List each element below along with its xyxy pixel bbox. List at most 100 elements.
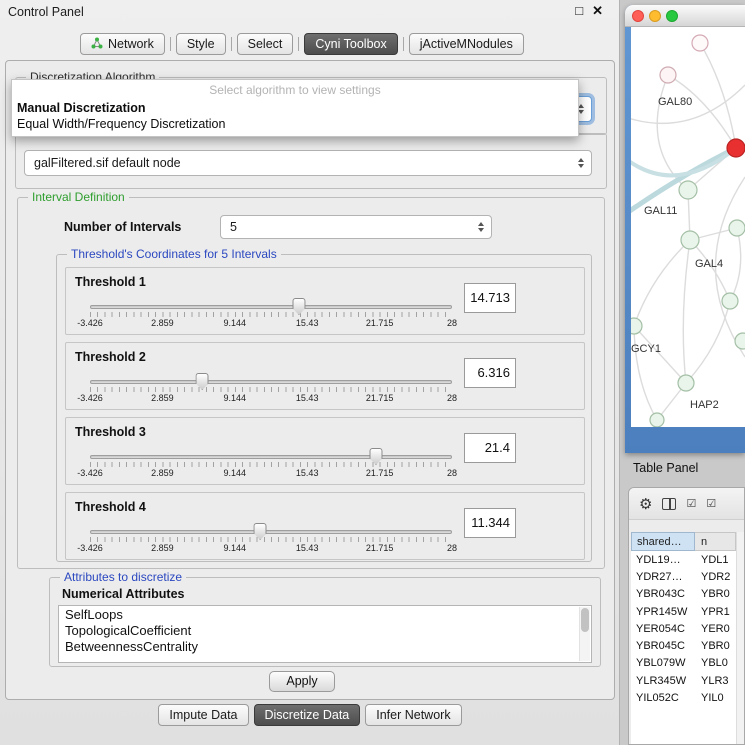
cell: YLR345W bbox=[631, 675, 695, 687]
tab-cyni-toolbox[interactable]: Cyni Toolbox bbox=[304, 33, 397, 55]
table-panel-title: Table Panel bbox=[633, 461, 698, 475]
tab-impute-data[interactable]: Impute Data bbox=[158, 704, 248, 726]
tick-label: 15.43 bbox=[296, 393, 319, 403]
numerical-attributes-list[interactable]: SelfLoops TopologicalCoefficient Between… bbox=[58, 605, 592, 663]
network-node[interactable] bbox=[722, 293, 738, 309]
tab-separator bbox=[170, 37, 171, 51]
slider-track[interactable] bbox=[90, 380, 452, 384]
network-node[interactable] bbox=[679, 181, 697, 199]
network-node[interactable] bbox=[631, 318, 642, 334]
dropdown-option-manual-discretization[interactable]: Manual Discretization bbox=[12, 99, 578, 116]
network-node-selected[interactable] bbox=[727, 139, 745, 157]
tick-label: 15.43 bbox=[296, 543, 319, 553]
network-node[interactable] bbox=[729, 220, 745, 236]
apply-button[interactable]: Apply bbox=[269, 671, 335, 692]
threshold-4-value-field[interactable]: 11.344 bbox=[464, 508, 516, 538]
slider-track[interactable] bbox=[90, 455, 452, 459]
tab-discretize-data[interactable]: Discretize Data bbox=[254, 704, 361, 726]
tab-style[interactable]: Style bbox=[176, 33, 226, 55]
table-row[interactable]: YBR045C YBR0 bbox=[631, 637, 736, 654]
node-label: GCY1 bbox=[631, 343, 661, 355]
network-node[interactable] bbox=[660, 67, 676, 83]
cyni-toolbox-panel: Discretization Algorithm Select algorith… bbox=[5, 60, 615, 700]
scrollbar-thumb[interactable] bbox=[581, 608, 589, 632]
slider-ticks bbox=[90, 462, 452, 467]
tick-label: 9.144 bbox=[224, 318, 247, 328]
table-data-group: Table Data galFiltered.sif default node bbox=[15, 133, 607, 189]
float-icon[interactable]: □ bbox=[575, 3, 583, 19]
numerical-attributes-label: Numerical Attributes bbox=[62, 587, 184, 601]
tab-network[interactable]: Network bbox=[80, 33, 165, 55]
network-window-titlebar[interactable] bbox=[625, 5, 745, 27]
tab-label: Cyni Toolbox bbox=[315, 37, 386, 51]
number-of-intervals-combobox[interactable]: 5 bbox=[220, 215, 492, 239]
table-row[interactable]: YLR345W YLR3 bbox=[631, 672, 736, 689]
tab-separator bbox=[231, 37, 232, 51]
column-header-name[interactable]: n bbox=[695, 532, 736, 551]
slider-track[interactable] bbox=[90, 305, 452, 309]
slider-tick-labels: -3.426 2.859 9.144 15.43 21.715 28 bbox=[90, 543, 452, 554]
tab-jactivemnodules[interactable]: jActiveMNodules bbox=[409, 33, 524, 55]
threshold-label: Threshold 2 bbox=[75, 350, 146, 364]
threshold-1-value-field[interactable]: 14.713 bbox=[464, 283, 516, 313]
tick-label: 21.715 bbox=[366, 468, 394, 478]
cell: YER054C bbox=[631, 623, 695, 635]
group-title: Attributes to discretize bbox=[60, 570, 186, 584]
tab-label: Infer Network bbox=[376, 708, 450, 722]
interval-definition-group: Interval Definition Number of Intervals … bbox=[17, 197, 605, 569]
node-label: GAL11 bbox=[644, 205, 677, 217]
cell: YBR045C bbox=[631, 640, 695, 652]
table-row[interactable]: YDR27… YDR2 bbox=[631, 568, 736, 585]
tick-label: 2.859 bbox=[151, 318, 174, 328]
slider-track[interactable] bbox=[90, 530, 452, 534]
table-row[interactable]: YER054C YER0 bbox=[631, 620, 736, 637]
tick-label: 9.144 bbox=[224, 468, 247, 478]
table-data-combobox[interactable]: galFiltered.sif default node bbox=[24, 150, 592, 176]
table-row[interactable]: YBL079W YBL0 bbox=[631, 655, 736, 672]
cell: YPR1 bbox=[695, 606, 736, 618]
tick-label: -3.426 bbox=[77, 393, 103, 403]
cell: YBR0 bbox=[695, 588, 736, 600]
combobox-value: 5 bbox=[230, 220, 237, 234]
list-scrollbar[interactable] bbox=[579, 607, 590, 661]
columns-icon[interactable] bbox=[662, 498, 676, 510]
network-node[interactable] bbox=[692, 35, 708, 51]
threshold-3-value-field[interactable]: 21.4 bbox=[464, 433, 516, 463]
column-header-shared-name[interactable]: shared… bbox=[631, 532, 695, 551]
top-tab-bar: Network Style Select Cyni Toolbox jActiv… bbox=[80, 32, 524, 56]
network-node[interactable] bbox=[650, 413, 664, 427]
thresholds-coordinates-group: Threshold's Coordinates for 5 Intervals … bbox=[56, 254, 592, 562]
threshold-3-slider[interactable]: -3.426 2.859 9.144 15.43 21.715 28 bbox=[90, 448, 452, 480]
cell: YDR27… bbox=[631, 571, 695, 583]
tab-select[interactable]: Select bbox=[237, 33, 294, 55]
list-item[interactable]: BetweennessCentrality bbox=[59, 638, 591, 654]
threshold-2-slider[interactable]: -3.426 2.859 9.144 15.43 21.715 28 bbox=[90, 373, 452, 405]
list-item[interactable]: TopologicalCoefficient bbox=[59, 622, 591, 638]
table-row[interactable]: YBR043C YBR0 bbox=[631, 586, 736, 603]
threshold-2-value-field[interactable]: 6.316 bbox=[464, 358, 516, 388]
close-traffic-light-icon[interactable] bbox=[632, 10, 644, 22]
tab-label: Style bbox=[187, 37, 215, 51]
list-item[interactable]: SelfLoops bbox=[59, 606, 591, 622]
tab-label: Network bbox=[108, 37, 154, 51]
close-icon[interactable]: ✕ bbox=[592, 3, 603, 19]
network-node[interactable] bbox=[681, 231, 699, 249]
select-all-checkbox-icon[interactable]: ☑ bbox=[686, 497, 696, 510]
zoom-traffic-light-icon[interactable] bbox=[666, 10, 678, 22]
threshold-1-panel: Threshold 1 -3.426 2.859 9.144 15.43 21.… bbox=[65, 267, 585, 335]
network-canvas[interactable]: GAL80 GAL11 GAL4 GCY1 HAP2 bbox=[631, 27, 745, 427]
minimize-traffic-light-icon[interactable] bbox=[649, 10, 661, 22]
tab-separator bbox=[403, 37, 404, 51]
gear-icon[interactable]: ⚙ bbox=[639, 495, 652, 513]
table-row[interactable]: YDL19… YDL1 bbox=[631, 551, 736, 568]
network-node[interactable] bbox=[678, 375, 694, 391]
threshold-1-slider[interactable]: -3.426 2.859 9.144 15.43 21.715 28 bbox=[90, 298, 452, 330]
table-scrollbar[interactable] bbox=[736, 532, 744, 744]
table-row[interactable]: YPR145W YPR1 bbox=[631, 603, 736, 620]
select-none-checkbox-icon[interactable]: ☑ bbox=[706, 497, 716, 510]
tab-infer-network[interactable]: Infer Network bbox=[365, 704, 461, 726]
dropdown-option-equal-width-frequency[interactable]: Equal Width/Frequency Discretization bbox=[12, 116, 578, 132]
network-node[interactable] bbox=[735, 333, 745, 349]
table-row[interactable]: YIL052C YIL0 bbox=[631, 689, 736, 706]
threshold-4-slider[interactable]: -3.426 2.859 9.144 15.43 21.715 28 bbox=[90, 523, 452, 555]
